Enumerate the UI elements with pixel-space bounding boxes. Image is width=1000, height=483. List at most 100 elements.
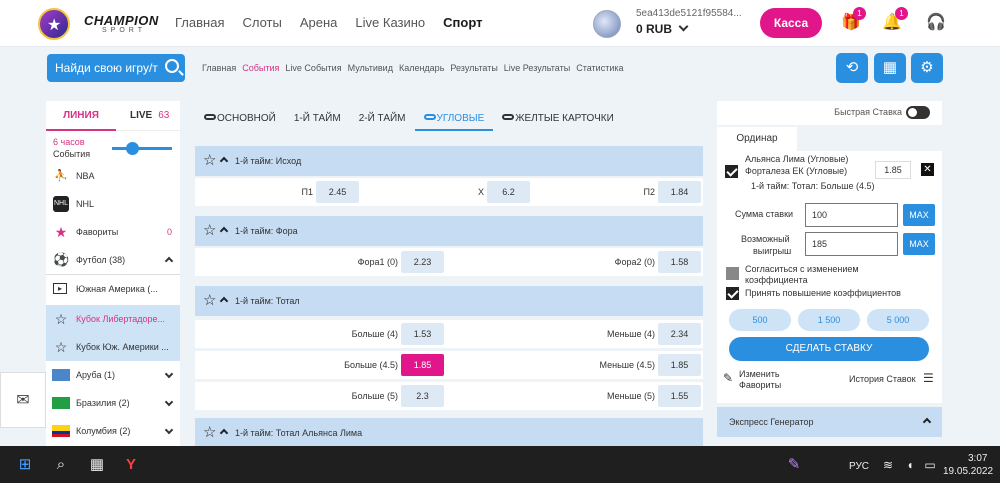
subnav-live-events[interactable]: Live События xyxy=(285,63,341,73)
champion-logo[interactable]: ★ CHAMPION SPORT xyxy=(38,8,158,40)
close-icon[interactable]: ✕ xyxy=(921,163,934,176)
headset-icon[interactable]: 🎧 xyxy=(925,12,947,34)
odd-button[interactable]: 1.58 xyxy=(658,251,701,273)
sidebar-item-label: NBA xyxy=(76,171,95,181)
sidebar-item-nba[interactable]: ⛹ NBA xyxy=(46,162,180,190)
market-header[interactable]: ☆ 1-й тайм: Исход xyxy=(195,146,703,176)
quick-stake-5000[interactable]: 5 000 xyxy=(867,309,929,331)
windows-start-icon[interactable]: ⊞ xyxy=(14,454,36,476)
edit-icon[interactable]: ✎ xyxy=(723,371,733,385)
sidebar-item-sudamericana[interactable]: ☆ Кубок Юж. Америки ... xyxy=(46,333,180,361)
market-header[interactable]: ☆ 1-й тайм: Тотал xyxy=(195,286,703,316)
odd-button[interactable]: 2.3 xyxy=(401,385,444,407)
sidebar-item-football[interactable]: ⚽ Футбол (38) xyxy=(46,246,180,274)
wifi-icon[interactable]: ≋ xyxy=(877,454,899,476)
search-label: Найди свою игру/т xyxy=(55,61,158,75)
market-header[interactable]: ☆ 1-й тайм: Тотал Альянса Лима xyxy=(195,418,703,446)
subnav-multiview[interactable]: Мультивид xyxy=(348,63,393,73)
balance-dropdown[interactable]: 0 RUB xyxy=(636,21,689,36)
sidebar-item-libertadores[interactable]: ☆ Кубок Либертадоре... xyxy=(46,305,180,333)
menu-icon[interactable]: ☰ xyxy=(923,371,934,385)
agree-change-checkbox[interactable] xyxy=(726,267,739,280)
subnav-events[interactable]: События xyxy=(242,63,279,73)
star-outline-icon[interactable]: ☆ xyxy=(203,286,216,316)
win-label-2: выигрыш xyxy=(753,246,792,256)
odd-button[interactable]: 2.34 xyxy=(658,323,701,345)
nav-live-casino[interactable]: Live Казино xyxy=(355,15,425,30)
history-button[interactable]: ⟲ xyxy=(836,53,868,83)
bet-market: 1-й тайм: Тотал: Больше (4.5) xyxy=(751,181,875,191)
edit-favorites-label[interactable]: Изменить xyxy=(739,369,780,379)
star-outline-icon[interactable]: ☆ xyxy=(203,146,216,176)
tab-corners[interactable]: УГЛОВЫЕ xyxy=(414,101,494,131)
language-indicator[interactable]: РУС xyxy=(849,461,869,472)
quick-stake-1500[interactable]: 1 500 xyxy=(798,309,860,331)
logo-subtitle: SPORT xyxy=(102,27,146,34)
win-input[interactable]: 185 xyxy=(805,232,898,256)
star-outline-icon[interactable]: ☆ xyxy=(203,216,216,246)
odd-button[interactable]: 1.55 xyxy=(658,385,701,407)
place-bet-button[interactable]: СДЕЛАТЬ СТАВКУ xyxy=(729,337,929,361)
settings-button[interactable]: ⚙ xyxy=(911,53,943,83)
speaker-icon[interactable]: ◖ xyxy=(899,454,921,476)
odd-button[interactable]: 1.84 xyxy=(658,181,701,203)
star-outline-icon[interactable]: ☆ xyxy=(53,339,69,355)
odd-button[interactable]: 1.53 xyxy=(401,323,444,345)
fast-bet-toggle[interactable] xyxy=(906,106,930,119)
subnav-home[interactable]: Главная xyxy=(202,63,236,73)
user-avatar[interactable] xyxy=(593,10,621,38)
sidebar-item-aruba[interactable]: Аруба (1) xyxy=(46,361,180,389)
subnav-calendar[interactable]: Календарь xyxy=(399,63,444,73)
slider-handle[interactable] xyxy=(126,142,139,155)
hours-slider[interactable] xyxy=(112,142,172,155)
tab-yellow-cards[interactable]: ЖЕЛТЫЕ КАРТОЧКИ xyxy=(493,101,623,131)
mail-icon[interactable]: ✉ xyxy=(0,372,46,428)
search-icon[interactable]: ⌕ xyxy=(50,454,72,476)
clock-date[interactable]: 19.05.2022 xyxy=(943,466,993,477)
sidebar-item-colombia[interactable]: Колумбия (2) xyxy=(46,417,180,445)
bet-select-checkbox[interactable] xyxy=(725,165,738,178)
nav-sport[interactable]: Спорт xyxy=(443,15,482,30)
calculator-button[interactable]: ▦ xyxy=(874,53,906,83)
battery-icon[interactable]: ▭ xyxy=(919,454,941,476)
edit-favorites-label-2[interactable]: Фавориты xyxy=(739,380,781,390)
star-outline-icon[interactable]: ☆ xyxy=(203,418,216,446)
nav-home[interactable]: Главная xyxy=(175,15,224,30)
nav-arena[interactable]: Арена xyxy=(300,15,338,30)
nav-slots[interactable]: Слоты xyxy=(242,15,281,30)
tab-first-half[interactable]: 1-Й ТАЙМ xyxy=(285,101,350,131)
calculator-icon[interactable]: ▦ xyxy=(86,454,108,476)
bet-history-link[interactable]: История Ставок xyxy=(849,374,916,384)
tab-ordinar[interactable]: Ординар xyxy=(717,127,797,151)
stake-max-button[interactable]: MAX xyxy=(903,204,935,226)
sidebar-item-favorites[interactable]: ★ Фавориты 0 xyxy=(46,218,180,246)
kassa-button[interactable]: Касса xyxy=(760,8,822,38)
market-header[interactable]: ☆ 1-й тайм: Фора xyxy=(195,216,703,246)
yandex-browser-icon[interactable]: Y xyxy=(120,454,142,476)
tab-main[interactable]: ОСНОВНОЙ xyxy=(195,101,285,131)
odd-button[interactable]: 6.2 xyxy=(487,181,530,203)
tab-live[interactable]: LIVE 63 xyxy=(116,101,180,131)
feather-icon[interactable]: ✎ xyxy=(783,454,805,476)
subnav-statistics[interactable]: Статистика xyxy=(576,63,623,73)
accept-increase-checkbox[interactable] xyxy=(726,287,739,300)
star-outline-icon[interactable]: ☆ xyxy=(53,311,69,327)
odd-button-selected[interactable]: 1.85 xyxy=(401,354,444,376)
odd-button[interactable]: 2.45 xyxy=(316,181,359,203)
search-input[interactable]: Найди свою игру/т xyxy=(47,54,185,82)
clock-time[interactable]: 3:07 xyxy=(968,453,987,464)
sidebar-item-brazil[interactable]: Бразилия (2) xyxy=(46,389,180,417)
odd-button[interactable]: 1.85 xyxy=(658,354,701,376)
subnav-live-results[interactable]: Live Результаты xyxy=(504,63,570,73)
sidebar-item-nhl[interactable]: NHL NHL xyxy=(46,190,180,218)
subnav-results[interactable]: Результаты xyxy=(450,63,497,73)
odd-button[interactable]: 2.23 xyxy=(401,251,444,273)
sidebar-item-south-america[interactable]: ▸ Южная Америка (... xyxy=(46,274,180,302)
stake-input[interactable]: 100 xyxy=(805,203,898,227)
tab-second-half[interactable]: 2-Й ТАЙМ xyxy=(350,101,415,131)
tab-line[interactable]: ЛИНИЯ xyxy=(46,101,116,131)
win-max-button[interactable]: MAX xyxy=(903,233,935,255)
express-generator[interactable]: Экспресс Генератор xyxy=(717,407,942,437)
quick-stake-500[interactable]: 500 xyxy=(729,309,791,331)
search-icon[interactable] xyxy=(165,59,179,73)
